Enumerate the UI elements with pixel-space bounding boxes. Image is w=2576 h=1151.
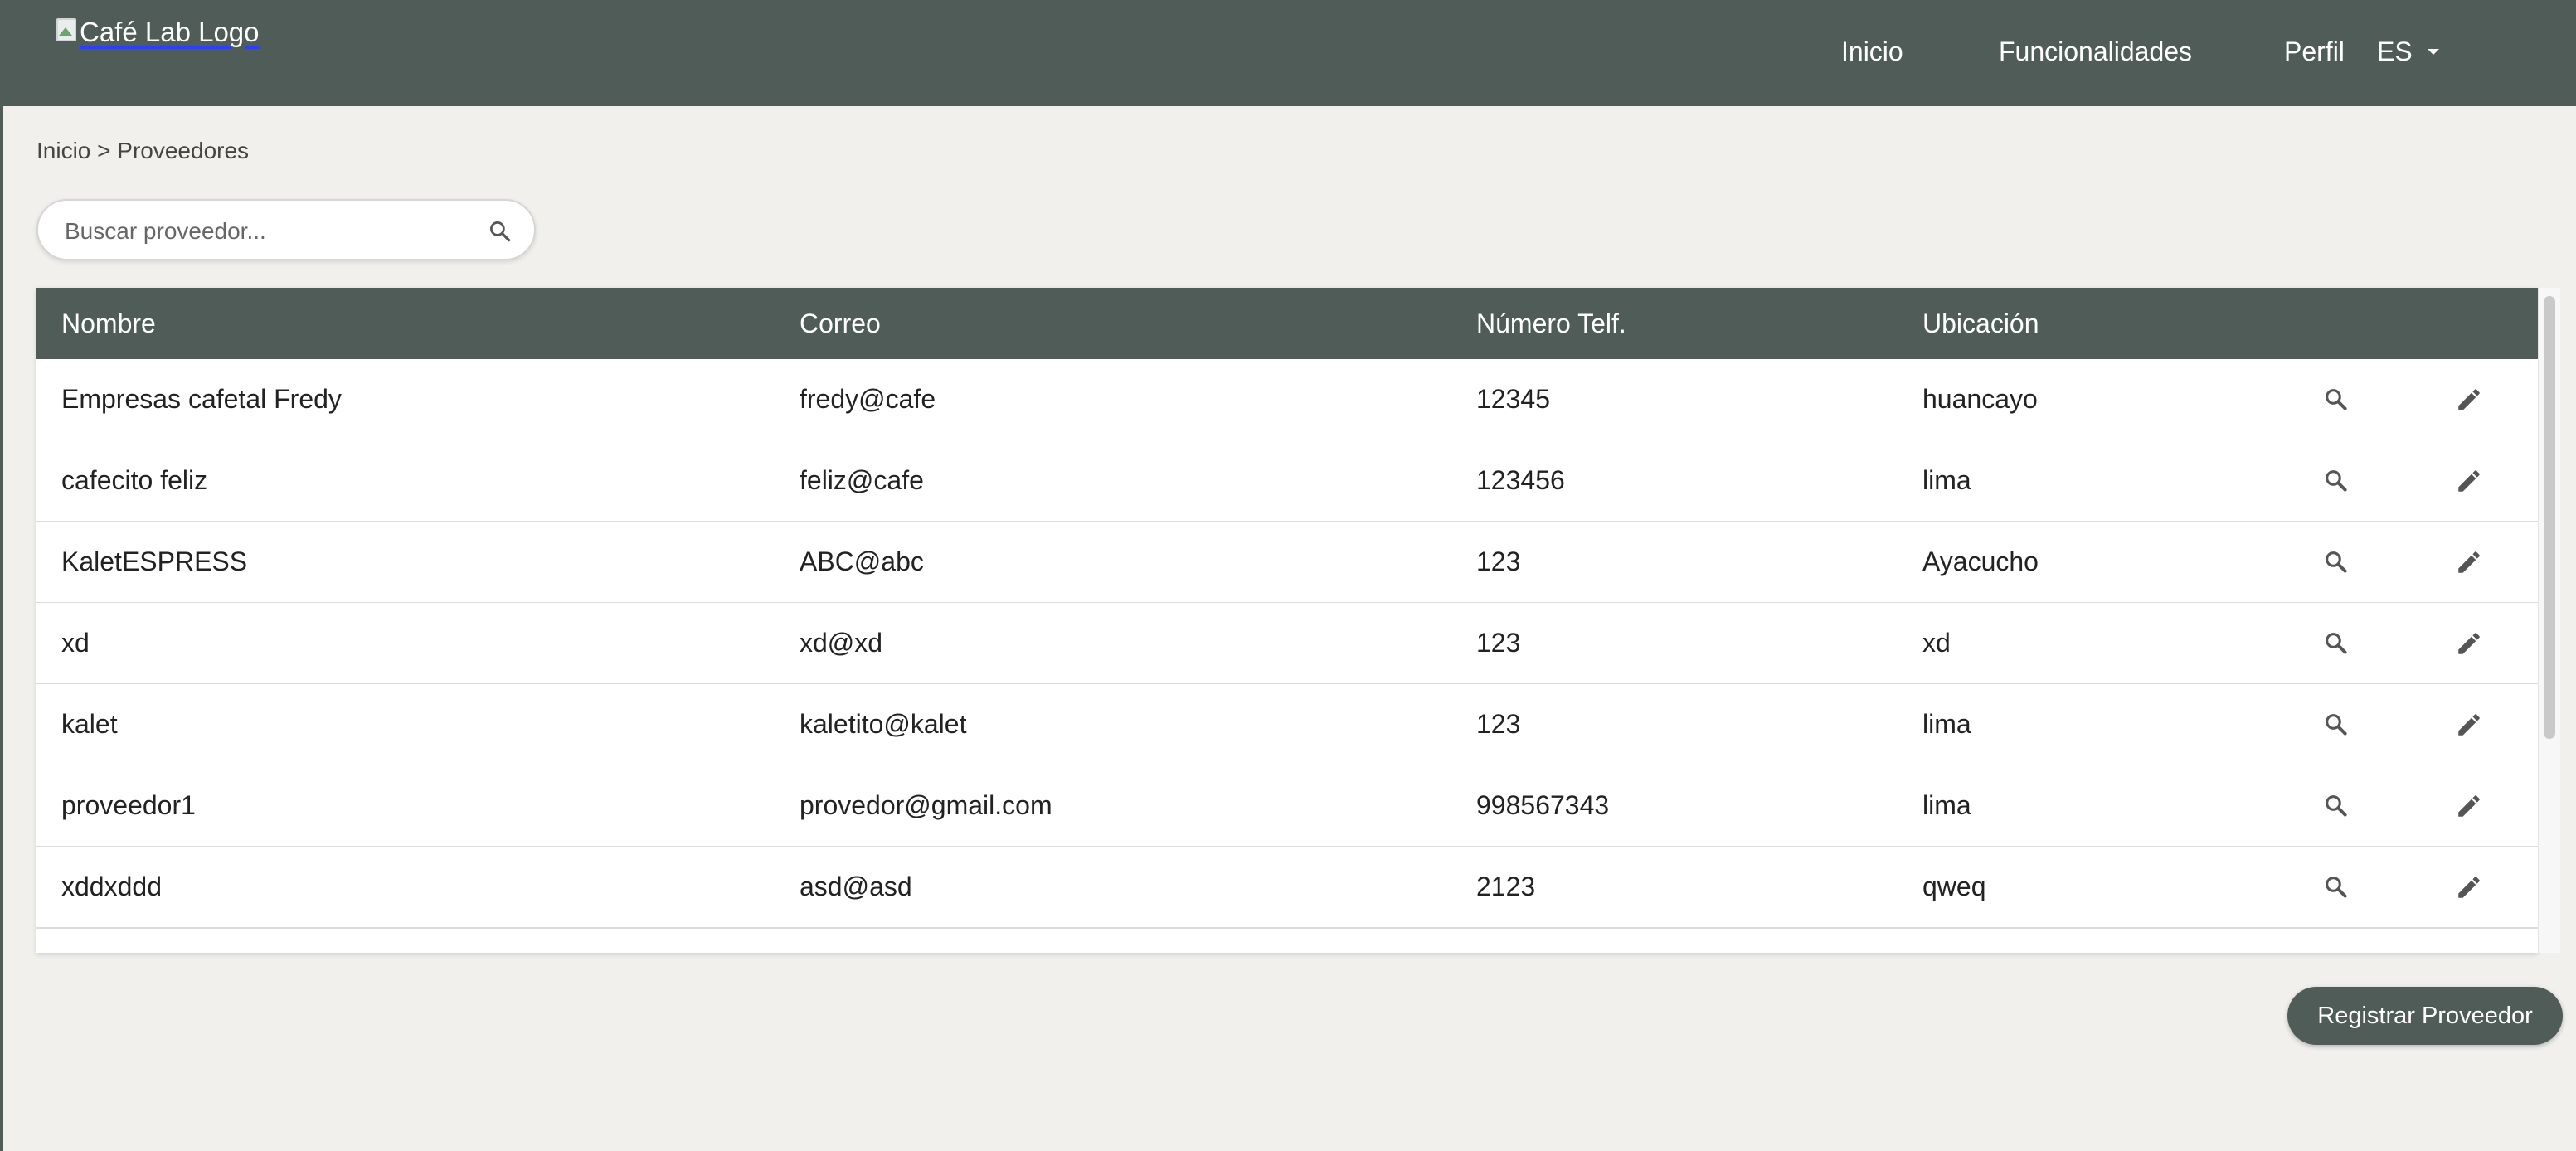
cell-ubicacion: qweq: [1922, 872, 1986, 901]
cell-correo: xd@xd: [800, 628, 883, 658]
edit-pencil-icon[interactable]: [2455, 467, 2483, 495]
language-label: ES: [2377, 36, 2413, 66]
table-row: cafecito feliz feliz@cafe 123456 lima: [36, 440, 2538, 522]
table-row: KaletESPRESS ABC@abc 123 Ayacucho: [36, 522, 2538, 604]
cell-telefono: 123: [1476, 546, 1521, 576]
search-icon[interactable]: [488, 219, 513, 244]
cell-correo: ABC@abc: [800, 546, 924, 576]
cell-telefono: 123: [1476, 628, 1521, 658]
cell-ubicacion: lima: [1922, 709, 1971, 739]
edit-pencil-icon[interactable]: [2455, 792, 2483, 820]
logo-alt-text: Café Lab Logo: [80, 17, 260, 47]
breadcrumb: Inicio > Proveedores: [36, 138, 250, 163]
view-magnifier-icon[interactable]: [2322, 467, 2350, 495]
view-magnifier-icon[interactable]: [2322, 792, 2350, 820]
cell-correo: feliz@cafe: [800, 465, 924, 495]
cell-nombre: xd: [61, 628, 90, 658]
table-row: proveedor1 provedor@gmail.com 998567343 …: [36, 765, 2538, 847]
cell-telefono: 12345: [1476, 384, 1550, 414]
cell-nombre: proveedor1: [61, 790, 196, 820]
cell-nombre: KaletESPRESS: [61, 546, 248, 576]
register-supplier-button[interactable]: Registrar Proveedor: [2287, 987, 2563, 1045]
search-input[interactable]: [63, 212, 481, 250]
cell-nombre: Empresas cafetal Fredy: [61, 384, 342, 414]
language-selector[interactable]: ES: [2377, 36, 2439, 67]
cell-ubicacion: lima: [1922, 790, 1971, 820]
column-header-nombre: Nombre: [61, 308, 156, 338]
table-row: xddxddd asd@asd 2123 qweq: [36, 847, 2538, 929]
column-header-telefono: Número Telf.: [1476, 308, 1626, 338]
view-magnifier-icon[interactable]: [2322, 873, 2350, 901]
cell-telefono: 123456: [1476, 465, 1565, 495]
caret-down-icon: [2427, 49, 2439, 55]
column-header-correo: Correo: [800, 308, 881, 338]
cell-ubicacion: Ayacucho: [1922, 546, 2039, 576]
table-header: Nombre Correo Número Telf. Ubicación: [36, 288, 2538, 359]
cell-telefono: 998567343: [1476, 790, 1610, 820]
view-magnifier-icon[interactable]: [2322, 711, 2350, 739]
edit-pencil-icon[interactable]: [2455, 873, 2483, 901]
brand-logo[interactable]: Café Lab Logo: [55, 17, 260, 48]
edit-pencil-icon[interactable]: [2455, 711, 2483, 739]
edit-pencil-icon[interactable]: [2455, 629, 2483, 658]
column-header-ubicacion: Ubicación: [1922, 308, 2039, 338]
cell-correo: kaletito@kalet: [800, 709, 967, 739]
view-magnifier-icon[interactable]: [2322, 629, 2350, 658]
broken-image-icon: [55, 17, 78, 41]
nav-perfil[interactable]: Perfil: [2284, 36, 2345, 67]
cell-telefono: 2123: [1476, 872, 1536, 901]
table-row: kalet kaletito@kalet 123 lima: [36, 684, 2538, 766]
top-navbar: Café Lab Logo Inicio Funcionalidades Per…: [0, 0, 2576, 106]
cell-correo: provedor@gmail.com: [800, 790, 1052, 820]
table-row: xd xd@xd 123 xd: [36, 603, 2538, 685]
nav-funcionalidades[interactable]: Funcionalidades: [1999, 36, 2192, 67]
view-magnifier-icon[interactable]: [2322, 548, 2350, 576]
edit-pencil-icon[interactable]: [2455, 548, 2483, 576]
cell-nombre: kalet: [61, 709, 118, 739]
cell-nombre: xddxddd: [61, 872, 162, 901]
search-box: [36, 199, 536, 260]
scrollbar-thumb[interactable]: [2544, 296, 2555, 739]
cell-correo: fredy@cafe: [800, 384, 936, 414]
cell-ubicacion: xd: [1922, 628, 1951, 658]
cell-correo: asd@asd: [800, 872, 912, 901]
cell-telefono: 123: [1476, 709, 1521, 739]
view-magnifier-icon[interactable]: [2322, 386, 2350, 414]
cell-nombre: cafecito feliz: [61, 465, 208, 495]
table-row: Empresas cafetal Fredy fredy@cafe 12345 …: [36, 359, 2538, 441]
table-scrollbar[interactable]: [2538, 288, 2560, 953]
edit-pencil-icon[interactable]: [2455, 386, 2483, 414]
nav-inicio[interactable]: Inicio: [1841, 36, 1903, 67]
suppliers-table: Nombre Correo Número Telf. Ubicación Emp…: [36, 288, 2538, 953]
left-edge: [0, 0, 3, 1151]
cell-ubicacion: huancayo: [1922, 384, 2038, 414]
cell-ubicacion: lima: [1922, 465, 1971, 495]
